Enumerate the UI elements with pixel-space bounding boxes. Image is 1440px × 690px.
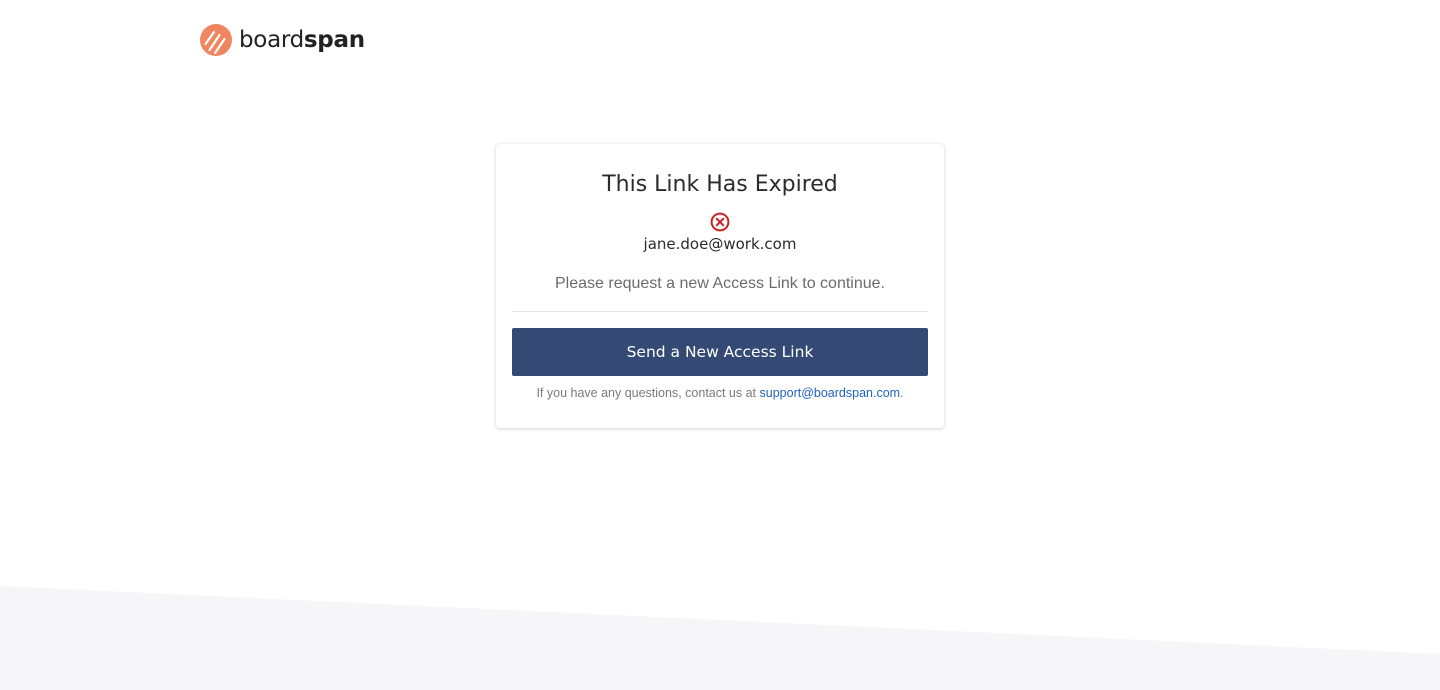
send-new-access-link-button[interactable]: Send a New Access Link <box>512 328 928 376</box>
expired-link-card: This Link Has Expired jane.doe@work.com … <box>496 144 944 428</box>
support-footer: If you have any questions, contact us at… <box>496 384 944 402</box>
footer-prefix: If you have any questions, contact us at <box>536 386 760 400</box>
error-circle-x-icon <box>710 212 730 232</box>
card-title: This Link Has Expired <box>602 172 838 197</box>
page: boardspan This Link Has Expired jane.doe… <box>0 0 1440 690</box>
brand-name[interactable]: boardspan <box>239 26 365 53</box>
brand-name-light: board <box>239 26 304 53</box>
brand-name-bold: span <box>303 26 365 53</box>
boardspan-logo-icon[interactable] <box>200 24 232 56</box>
header: boardspan <box>200 23 365 57</box>
support-email-link[interactable]: support@boardspan.com <box>760 386 901 400</box>
divider <box>512 311 928 312</box>
instruction-message: Please request a new Access Link to cont… <box>555 275 885 292</box>
user-email: jane.doe@work.com <box>643 235 797 253</box>
footer-suffix: . <box>900 386 904 400</box>
